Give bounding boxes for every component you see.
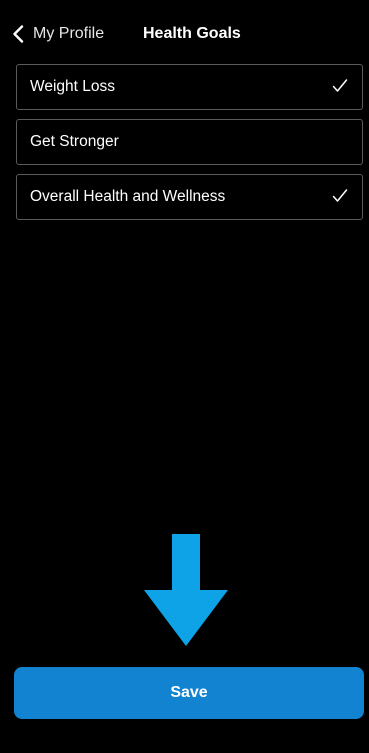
goals-list: Weight Loss Get Stronger Overall Health … — [16, 64, 363, 229]
nav-bar: My Profile Health Goals — [0, 0, 369, 64]
arrow-down-icon — [144, 534, 228, 646]
goal-item-overall-health[interactable]: Overall Health and Wellness — [16, 174, 363, 220]
back-button[interactable]: My Profile — [12, 20, 104, 48]
page-title: Health Goals — [143, 25, 241, 42]
chevron-left-icon — [12, 25, 24, 43]
goal-item-weight-loss[interactable]: Weight Loss — [16, 64, 363, 110]
goal-label: Overall Health and Wellness — [30, 188, 226, 205]
goal-label: Weight Loss — [30, 78, 116, 95]
goal-item-get-stronger[interactable]: Get Stronger — [16, 119, 363, 165]
checkmark-icon — [332, 188, 348, 204]
back-label: My Profile — [33, 25, 105, 42]
save-button[interactable]: Save — [14, 667, 364, 719]
checkmark-icon — [332, 78, 348, 94]
goal-label: Get Stronger — [30, 133, 119, 150]
